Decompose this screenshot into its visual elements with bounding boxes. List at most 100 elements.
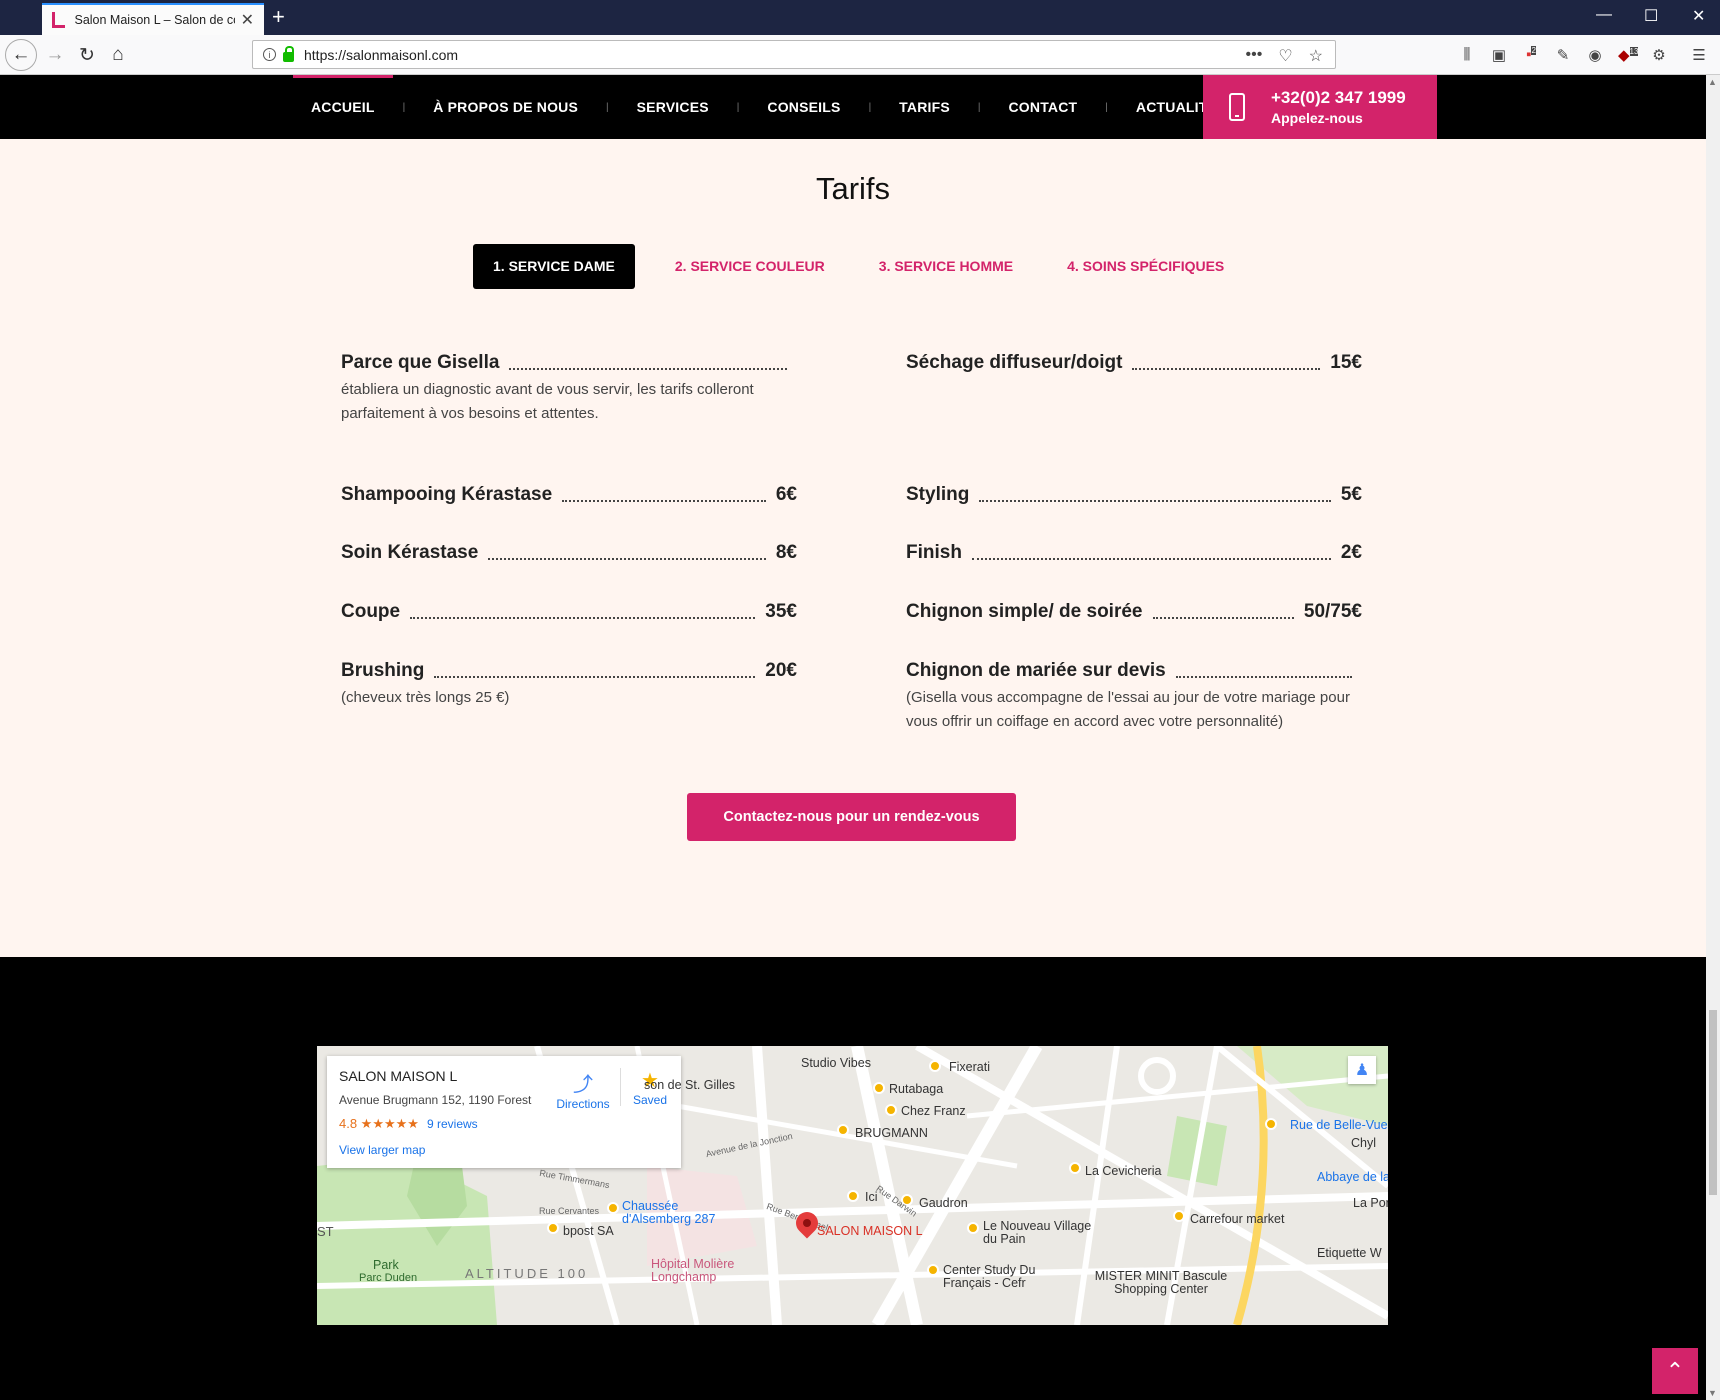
library-icon[interactable]: ⫼ [1458, 46, 1476, 64]
eyedropper-icon[interactable]: ✎ [1554, 46, 1572, 64]
price-item: Séchage diffuseur/doigt 15€ [906, 352, 1362, 374]
directions-icon: ⤴ [573, 1074, 593, 1096]
google-map[interactable]: SALON MAISON L Avenue Brugmann 152, 1190… [317, 1046, 1388, 1325]
price-name: Brushing [341, 660, 425, 681]
poi-icon[interactable] [607, 1202, 619, 1214]
color-extension-icon[interactable]: ◉ [1586, 46, 1604, 64]
map-label: Fixerati [949, 1060, 990, 1074]
tarifs-section: Tarifs 1. SERVICE DAME 2. SERVICE COULEU… [0, 139, 1706, 957]
map-label: Chyl [1351, 1136, 1377, 1150]
lock-icon [283, 45, 294, 62]
page-scrollbar[interactable]: ▲ ▼ [1706, 75, 1720, 1400]
saved-label: Saved [632, 1093, 668, 1107]
close-tab-icon[interactable]: ✕ [241, 10, 254, 30]
dot-leader [410, 617, 756, 619]
nav-tarifs[interactable]: TARIFS [871, 75, 978, 139]
map-label: ALTITUDE 100 [465, 1266, 589, 1281]
call-button[interactable]: +32(0)2 347 1999 Appelez-nous [1203, 75, 1437, 139]
tab-service-couleur[interactable]: 2. SERVICE COULEUR [648, 244, 852, 289]
contact-appointment-button[interactable]: Contactez-nous pour un rendez-vous [687, 793, 1016, 841]
sidebar-icon[interactable]: ▣ [1490, 46, 1508, 64]
map-label: Etiquette W [1317, 1246, 1382, 1260]
price-value: 50/75€ [1303, 601, 1362, 622]
street-view-icon[interactable]: ♟ [1348, 1056, 1376, 1084]
back-to-top-button[interactable]: ⌃ [1652, 1348, 1698, 1394]
poi-icon[interactable] [873, 1082, 885, 1094]
map-label: La Cevicheria [1085, 1164, 1162, 1178]
dot-leader [1175, 676, 1352, 678]
scroll-down-icon[interactable]: ▼ [1708, 1388, 1717, 1398]
close-window-icon[interactable]: ✕ [1692, 6, 1705, 26]
price-value: 6€ [775, 484, 797, 505]
map-label: Rutabaga [889, 1082, 944, 1096]
settings-extension-icon[interactable]: ⚙ [1650, 46, 1668, 64]
minimize-icon[interactable]: — [1596, 6, 1612, 24]
map-label: son de St. Gilles [644, 1078, 736, 1092]
map-label: Le Nouveau Village du Pain [983, 1219, 1092, 1246]
url-text[interactable]: https://salonmaisonl.com [304, 47, 458, 63]
poi-icon[interactable] [1265, 1118, 1277, 1130]
price-name: Chignon de mariée sur devis [906, 660, 1166, 681]
browser-tab[interactable]: Salon Maison L – Salon de coiff ✕ [42, 3, 264, 35]
price-name: Soin Kérastase [341, 542, 479, 563]
menu-icon[interactable]: ☰ [1690, 46, 1708, 64]
place-reviews-link[interactable]: 9 reviews [427, 1117, 478, 1131]
poi-icon[interactable] [547, 1222, 559, 1234]
tab-service-dame[interactable]: 1. SERVICE DAME [473, 244, 635, 289]
place-rating: 4.8 ★★★★★ [339, 1116, 419, 1131]
price-name: Styling [906, 484, 970, 505]
reload-icon[interactable]: ↻ [72, 40, 102, 70]
price-name: Parce que Gisella [341, 352, 500, 373]
price-desc: établiera un diagnostic avant de vous se… [341, 381, 754, 422]
poi-icon[interactable] [885, 1104, 897, 1116]
directions-label: Directions [556, 1097, 610, 1111]
poi-icon[interactable] [927, 1264, 939, 1276]
url-bar[interactable]: i https://salonmaisonl.com ••• ♡ ☆ [252, 40, 1336, 69]
ublock-icon[interactable]: ◆13 [1618, 46, 1639, 64]
back-icon[interactable]: ← [5, 39, 37, 71]
info-icon[interactable]: i [263, 48, 276, 61]
poi-icon[interactable] [1173, 1210, 1185, 1222]
map-label: Parc Duden [359, 1272, 418, 1284]
forward-icon[interactable]: → [40, 40, 70, 70]
poi-icon[interactable] [1069, 1162, 1081, 1174]
view-larger-map-link[interactable]: View larger map [339, 1143, 669, 1157]
map-label: Park [373, 1258, 399, 1272]
poi-icon[interactable] [847, 1190, 859, 1202]
map-label: Abbaye de la C [1317, 1170, 1388, 1184]
extension-icon[interactable]: ▪2 [1522, 46, 1540, 64]
poi-icon[interactable] [967, 1222, 979, 1234]
directions-button[interactable]: ⤴ Directions [553, 1068, 613, 1111]
nav-services[interactable]: SERVICES [609, 75, 737, 139]
price-desc: (cheveux très longs 25 €) [341, 689, 510, 706]
phone-icon [1229, 93, 1245, 121]
scrollbar-thumb[interactable] [1709, 1010, 1717, 1195]
maximize-icon[interactable]: ☐ [1644, 6, 1658, 26]
price-name: Chignon simple/ de soirée [906, 601, 1143, 622]
nav-conseils[interactable]: CONSEILS [739, 75, 868, 139]
nav-contact[interactable]: CONTACT [981, 75, 1106, 139]
map-label: Chez Franz [901, 1104, 966, 1118]
phone-label: Appelez-nous [1271, 110, 1363, 126]
new-tab-icon[interactable]: + [272, 4, 285, 30]
map-label: Carrefour market [1190, 1212, 1285, 1226]
map-label: Center Study Du Français - Cefr [943, 1263, 1036, 1290]
nav-accueil[interactable]: ACCUEIL [283, 75, 403, 139]
poi-icon[interactable] [929, 1060, 941, 1072]
tab-service-homme[interactable]: 3. SERVICE HOMME [852, 244, 1040, 289]
home-icon[interactable]: ⌂ [103, 40, 133, 70]
nav-a-propos[interactable]: À PROPOS DE NOUS [405, 75, 606, 139]
tab-soins-specifiques[interactable]: 4. SOINS SPÉCIFIQUES [1040, 244, 1251, 289]
pocket-icon[interactable]: ♡ [1278, 46, 1292, 66]
scroll-up-icon[interactable]: ▲ [1708, 77, 1717, 87]
price-desc: (Gisella vous accompagne de l'essai au j… [906, 689, 1350, 730]
price-name: Coupe [341, 601, 401, 622]
dot-leader [434, 676, 756, 678]
poi-icon[interactable] [837, 1124, 849, 1136]
bookmark-star-icon[interactable]: ☆ [1309, 46, 1323, 66]
browser-tabbar: Salon Maison L – Salon de coiff ✕ + — ☐ … [0, 0, 1720, 35]
map-label: MISTER MINIT Bascule Shopping Center [1094, 1269, 1228, 1296]
price-item: Shampooing Kérastase 6€ [341, 484, 797, 506]
price-item: Chignon de mariée sur devis (Gisella vou… [906, 660, 1362, 734]
more-actions-icon[interactable]: ••• [1246, 46, 1263, 66]
